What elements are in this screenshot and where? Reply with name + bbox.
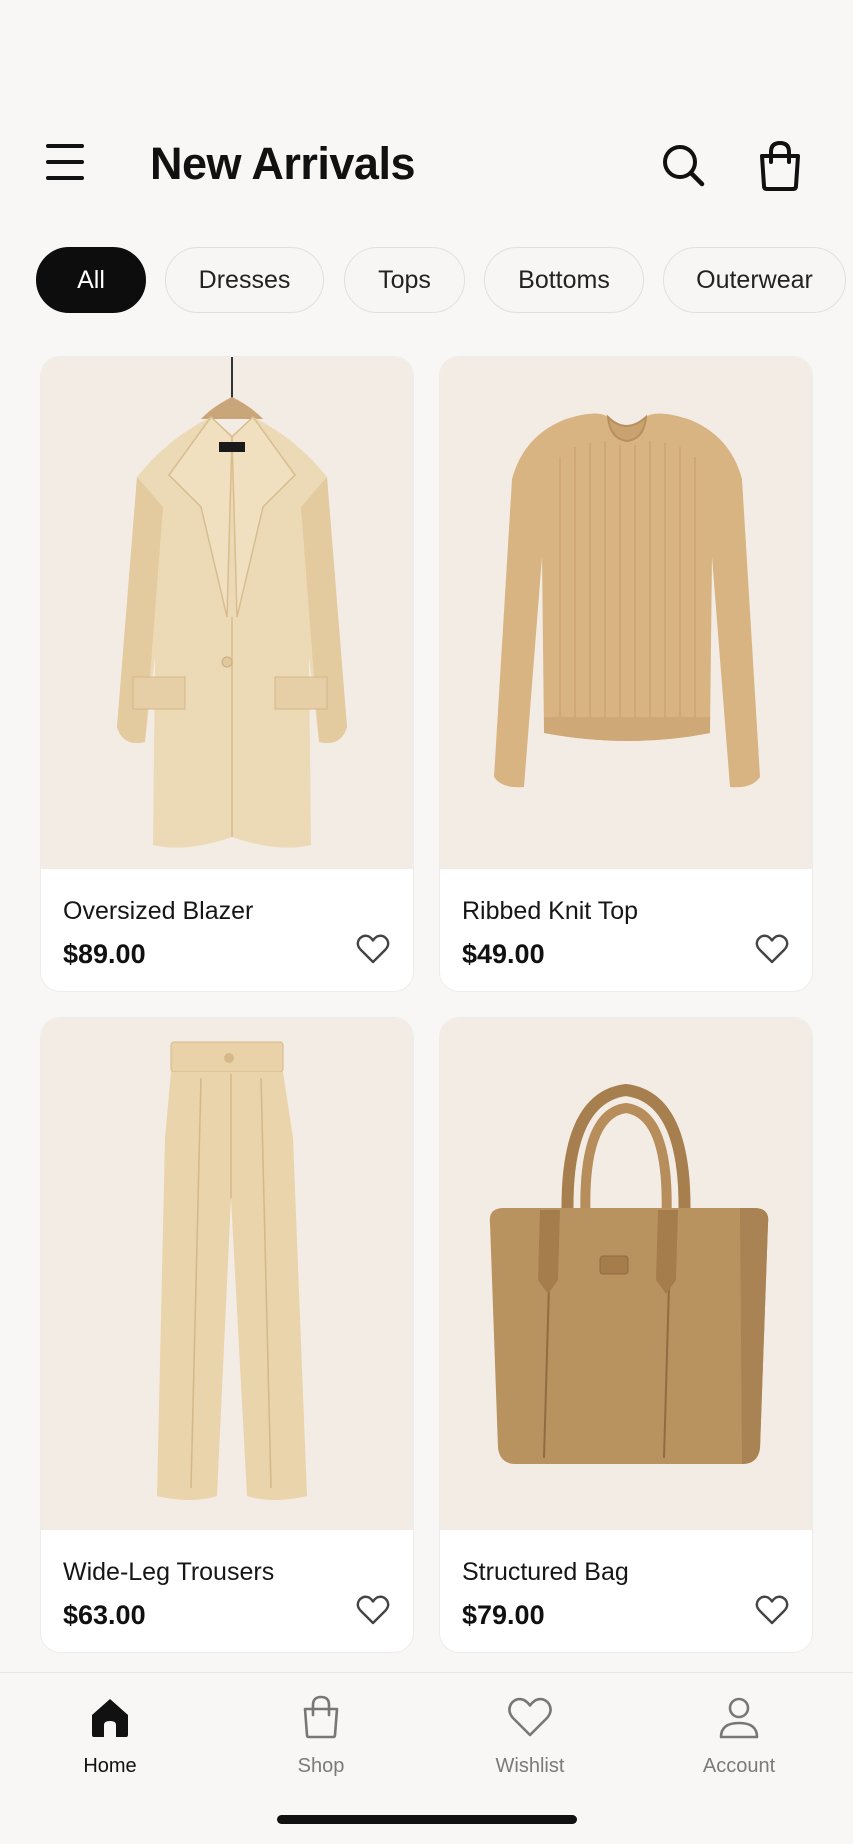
cart-button[interactable] (752, 138, 808, 194)
filter-chip-dresses[interactable]: Dresses (165, 247, 324, 313)
heart-icon (508, 1697, 552, 1737)
shopping-bag-icon (760, 140, 800, 191)
product-price: $63.00 (63, 1600, 146, 1630)
product-card-bag[interactable]: Structured Bag $79.00 (439, 1017, 813, 1653)
home-icon (92, 1699, 128, 1737)
product-image (41, 357, 413, 869)
bag-image (489, 1083, 769, 1464)
search-icon (663, 145, 705, 187)
nav-item-shop[interactable]: Shop (246, 1693, 396, 1793)
filter-chip-bottoms[interactable]: Bottoms (484, 247, 644, 313)
product-card-knit-top[interactable]: Ribbed Knit Top $49.00 (439, 356, 813, 992)
product-name: Oversized Blazer (63, 897, 254, 925)
top-app-bar: New Arrivals (0, 130, 853, 202)
product-price: $49.00 (462, 939, 545, 969)
heart-icon[interactable] (355, 931, 391, 967)
nav-item-account[interactable]: Account (664, 1693, 814, 1793)
product-name: Ribbed Knit Top (462, 897, 639, 925)
filter-chip-label: Tops (378, 265, 431, 294)
product-image (440, 357, 812, 869)
app-screen: New Arrivals All Dresses Tops Bottoms Ou… (0, 0, 853, 1844)
filter-chip-outerwear[interactable]: Outerwear (663, 247, 846, 313)
product-price: $79.00 (462, 1600, 545, 1630)
heart-icon[interactable] (754, 931, 790, 967)
shopping-bag-icon (303, 1695, 339, 1739)
nav-item-home[interactable]: Home (35, 1693, 185, 1793)
user-icon (719, 1697, 759, 1739)
filter-chip-tops[interactable]: Tops (344, 247, 465, 313)
product-name: Structured Bag (462, 1558, 629, 1586)
blazer-image (117, 357, 347, 848)
home-indicator (277, 1815, 577, 1824)
sweater-image (494, 413, 760, 788)
nav-item-wishlist[interactable]: Wishlist (455, 1693, 605, 1793)
nav-label: Account (702, 1755, 776, 1777)
nav-label: Shop (297, 1755, 345, 1777)
product-price: $89.00 (63, 939, 146, 969)
page-title: New Arrivals (150, 138, 415, 189)
nav-label: Wishlist (495, 1755, 565, 1777)
nav-label: Home (83, 1755, 137, 1777)
filter-chip-label: All (77, 265, 105, 294)
search-button[interactable] (656, 138, 712, 194)
heart-icon[interactable] (754, 1592, 790, 1628)
product-image (440, 1018, 812, 1530)
menu-button[interactable] (44, 144, 88, 184)
product-image (41, 1018, 413, 1530)
product-card-trousers[interactable]: Wide-Leg Trousers $63.00 (40, 1017, 414, 1653)
trousers-image (157, 1041, 307, 1500)
product-card-blazer[interactable]: Oversized Blazer $89.00 (40, 356, 414, 992)
filter-chip-label: Dresses (198, 265, 291, 294)
filter-chip-label: Outerwear (696, 265, 813, 294)
filter-chip-all[interactable]: All (36, 247, 146, 313)
heart-icon[interactable] (355, 1592, 391, 1628)
category-filter-bar: All Dresses Tops Bottoms Outerwear (36, 247, 853, 315)
filter-chip-label: Bottoms (518, 265, 610, 294)
product-name: Wide-Leg Trousers (63, 1558, 275, 1586)
